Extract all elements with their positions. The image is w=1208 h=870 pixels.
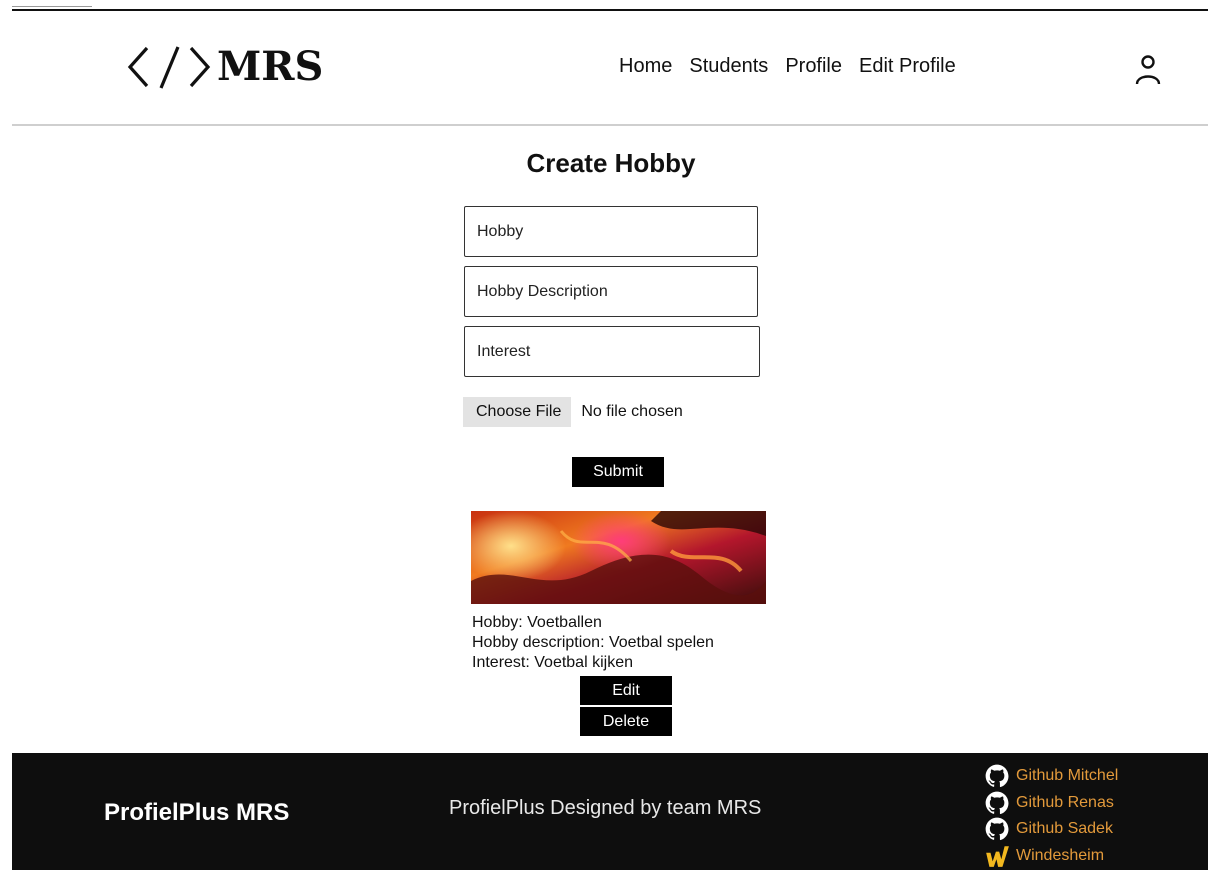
main-nav: Home Students Profile Edit Profile: [619, 55, 956, 78]
site-footer: ProfielPlus MRS ProfielPlus Designed by …: [12, 753, 1208, 870]
logo-text: MRS: [217, 43, 324, 90]
windesheim-icon: [986, 846, 1009, 867]
hobby-input[interactable]: [464, 206, 758, 257]
footer-links: Github Mitchel Github Renas Github Sadek…: [984, 763, 1118, 869]
nav-students[interactable]: Students: [689, 55, 768, 78]
top-edge-stub: [12, 6, 92, 7]
hobby-image: [471, 511, 766, 604]
submit-button[interactable]: Submit: [572, 457, 664, 487]
footer-link-github-mitchel[interactable]: Github Mitchel: [984, 763, 1118, 790]
footer-link-label: Github Sadek: [1016, 820, 1113, 838]
hobby-details: Hobby: Voetballen Hobby description: Voe…: [472, 613, 714, 673]
file-upload: Choose File No file chosen: [463, 397, 683, 427]
footer-credit: ProfielPlus Designed by team MRS: [449, 797, 762, 819]
github-icon: [985, 764, 1009, 788]
interest-input[interactable]: [464, 326, 760, 377]
footer-link-github-sadek[interactable]: Github Sadek: [984, 816, 1118, 843]
nav-profile[interactable]: Profile: [785, 55, 842, 78]
code-brackets-icon: [127, 46, 211, 89]
file-status: No file chosen: [581, 403, 683, 420]
footer-link-label: Windesheim: [1016, 846, 1105, 864]
site-header: MRS Home Students Profile Edit Profile: [12, 11, 1208, 126]
footer-link-github-renas[interactable]: Github Renas: [984, 790, 1118, 817]
edit-button[interactable]: Edit: [580, 676, 672, 705]
footer-link-label: Github Mitchel: [1016, 767, 1119, 785]
hobby-description-input[interactable]: [464, 266, 758, 317]
site-logo[interactable]: MRS: [127, 39, 323, 95]
github-icon: [985, 817, 1009, 841]
choose-file-button[interactable]: Choose File: [463, 397, 572, 427]
hobby-interest: Interest: Voetbal kijken: [472, 654, 633, 671]
hobby-description: Hobby description: Voetbal spelen: [472, 634, 714, 651]
delete-button[interactable]: Delete: [580, 707, 672, 736]
page-title: Create Hobby: [526, 148, 696, 178]
github-icon: [985, 791, 1009, 814]
nav-home[interactable]: Home: [619, 55, 672, 78]
hobby-name: Hobby: Voetballen: [472, 614, 602, 631]
footer-link-label: Github Renas: [1016, 793, 1114, 811]
nav-edit-profile[interactable]: Edit Profile: [859, 55, 956, 78]
user-icon[interactable]: [1133, 53, 1163, 87]
footer-brand: ProfielPlus MRS: [104, 799, 290, 826]
footer-link-windesheim[interactable]: Windesheim: [984, 843, 1118, 870]
